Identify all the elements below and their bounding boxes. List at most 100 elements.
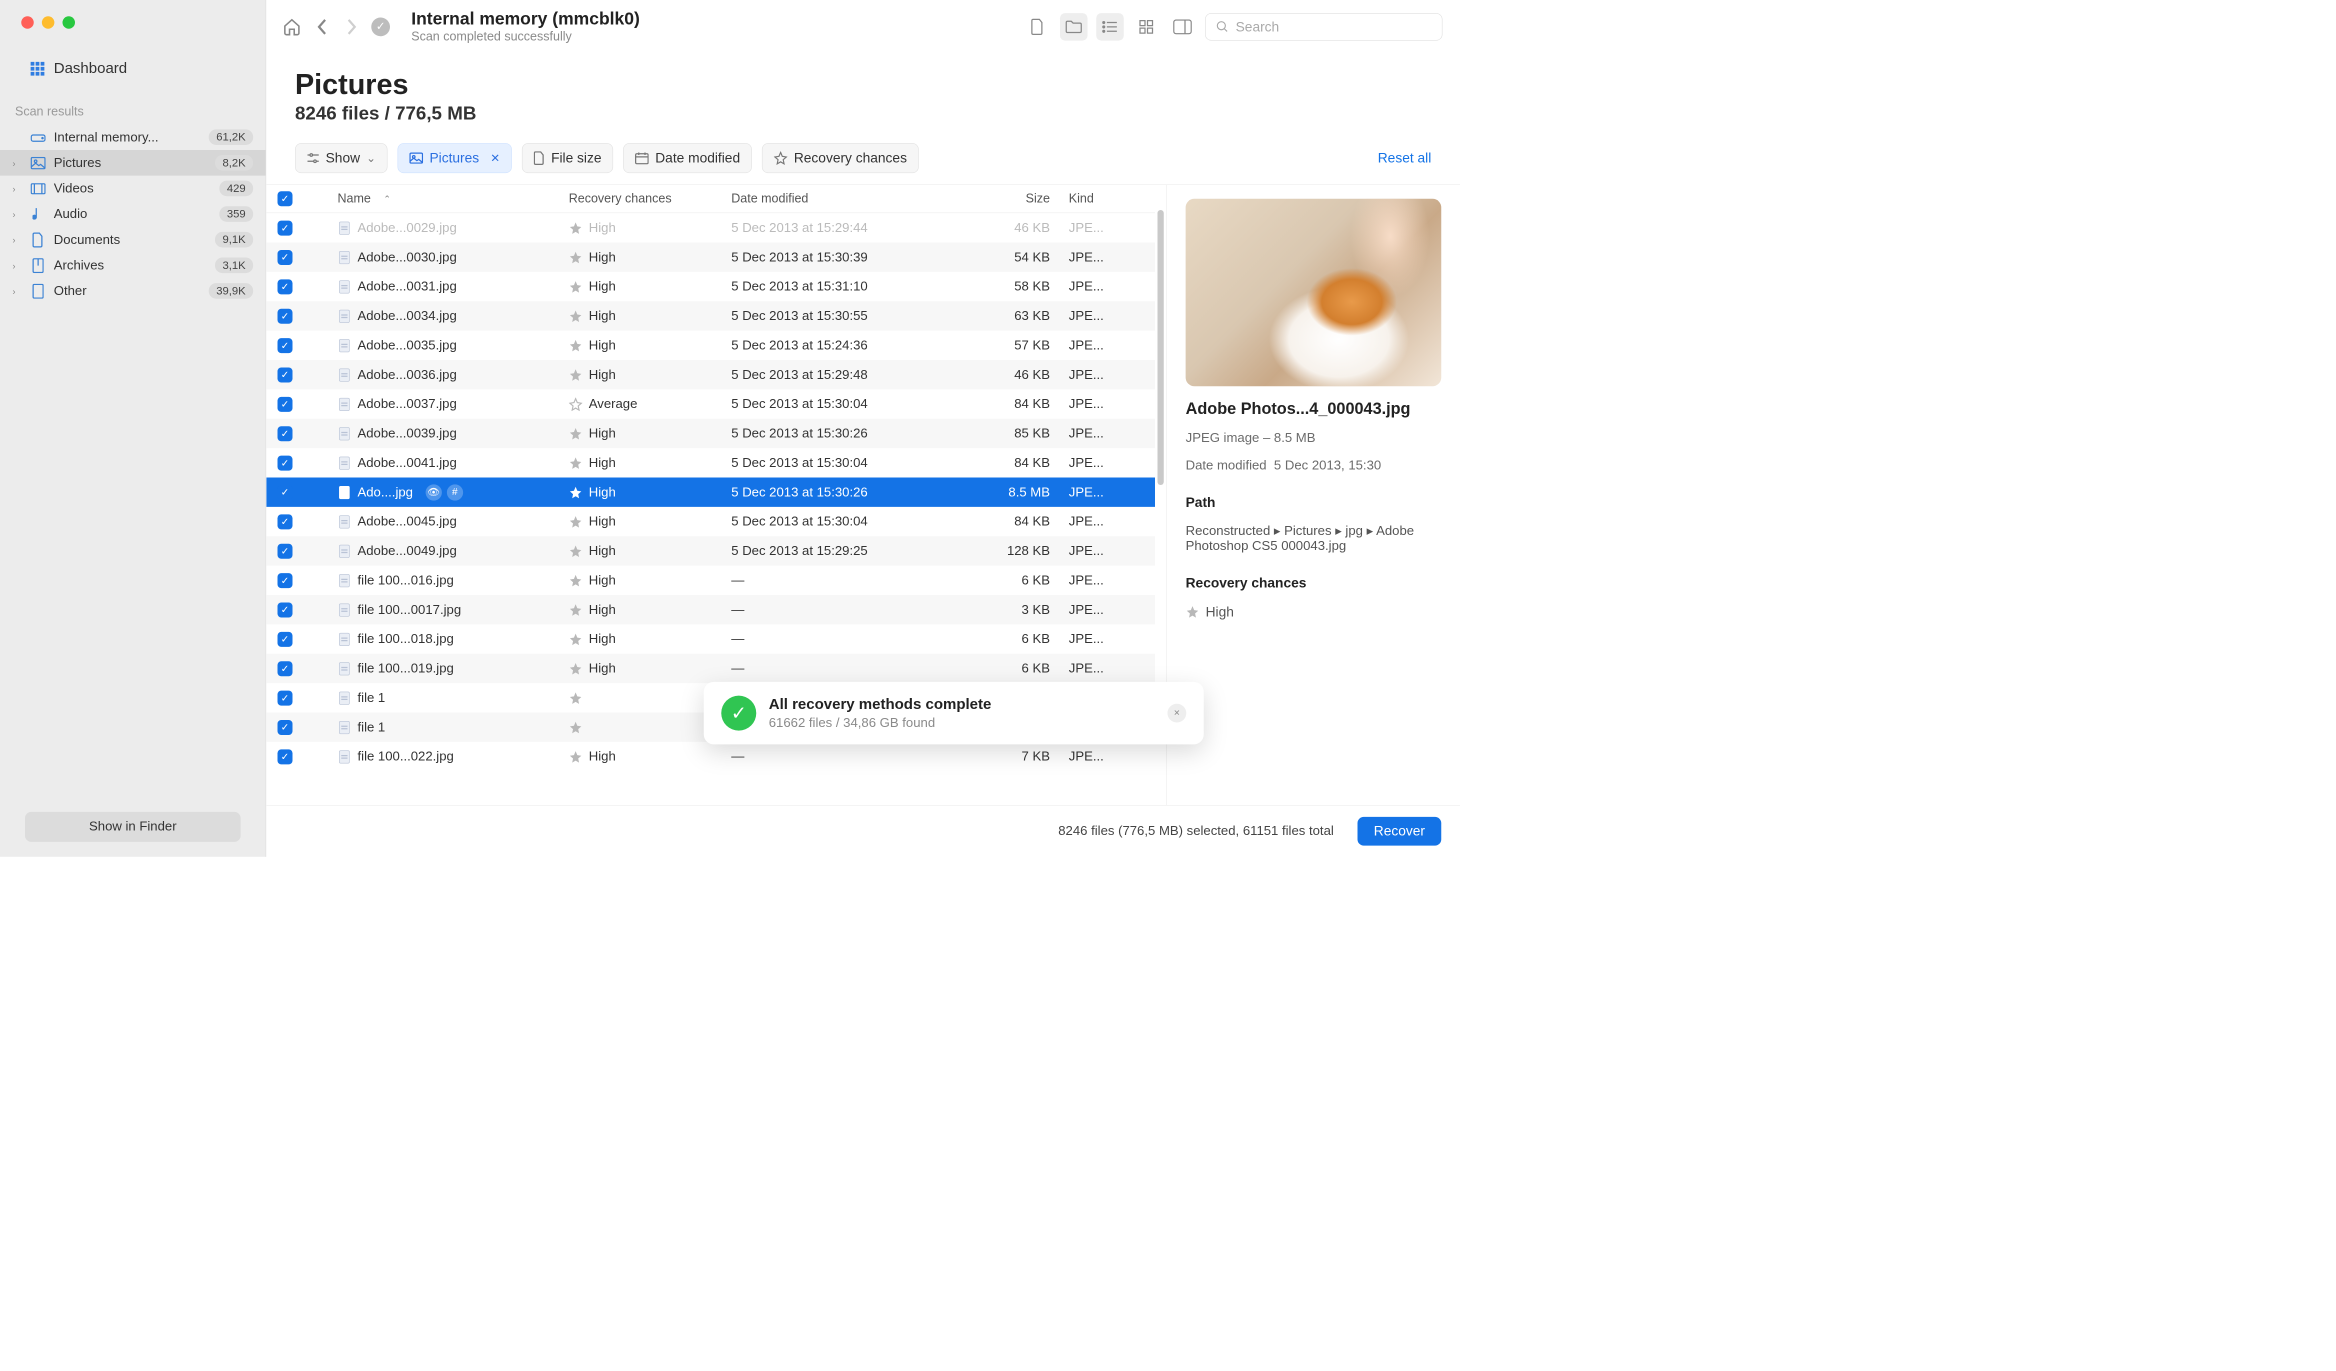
table-row[interactable]: ✓file 100...016.jpgHigh—6 KBJPE... <box>266 566 1155 595</box>
row-checkbox[interactable]: ✓ <box>278 397 293 412</box>
clear-filter-icon[interactable]: ✕ <box>490 152 499 165</box>
table-row[interactable]: ✓Ado....jpg👁#High5 Dec 2013 at 15:30:268… <box>266 478 1155 507</box>
sidebar: Dashboard Scan results Internal memory..… <box>0 0 266 857</box>
table-row[interactable]: ✓Adobe...0049.jpgHigh5 Dec 2013 at 15:29… <box>266 536 1155 565</box>
filter-recovery-pill[interactable]: Recovery chances <box>762 143 919 173</box>
row-checkbox[interactable]: ✓ <box>278 485 293 500</box>
minimize-window-button[interactable] <box>42 16 55 29</box>
table-row[interactable]: ✓Adobe...0039.jpgHigh5 Dec 2013 at 15:30… <box>266 419 1155 448</box>
row-checkbox[interactable]: ✓ <box>278 632 293 647</box>
row-checkbox[interactable]: ✓ <box>278 602 293 617</box>
footer-summary: 8246 files (776,5 MB) selected, 61151 fi… <box>1058 824 1334 839</box>
forward-button[interactable] <box>343 18 361 36</box>
file-name: file 1 <box>358 720 386 735</box>
search-input[interactable]: Search <box>1205 13 1443 41</box>
date-value: 5 Dec 2013 at 15:30:04 <box>725 397 950 412</box>
column-kind[interactable]: Kind <box>1056 192 1131 206</box>
column-name[interactable]: Name⌃ <box>331 192 562 206</box>
star-icon <box>774 151 788 165</box>
row-checkbox[interactable]: ✓ <box>278 426 293 441</box>
table-row[interactable]: ✓file 100...0017.jpgHigh—3 KBJPE... <box>266 595 1155 624</box>
kind-value: JPE... <box>1056 661 1131 676</box>
kind-value: JPE... <box>1056 250 1131 265</box>
row-checkbox[interactable]: ✓ <box>278 250 293 265</box>
row-checkbox[interactable]: ✓ <box>278 367 293 382</box>
date-value: 5 Dec 2013 at 15:30:26 <box>725 426 950 441</box>
filter-date-pill[interactable]: Date modified <box>623 143 752 173</box>
sidebar-item-pictures[interactable]: ›Pictures8,2K <box>0 150 266 176</box>
row-checkbox[interactable]: ✓ <box>278 338 293 353</box>
sidebar-item-audio[interactable]: ›Audio359 <box>0 201 266 227</box>
column-date[interactable]: Date modified <box>725 192 950 206</box>
detail-date-label: Date modified <box>1186 458 1267 472</box>
toggle-side-panel-icon[interactable] <box>1169 13 1197 41</box>
table-row[interactable]: ✓Adobe...0035.jpgHigh5 Dec 2013 at 15:24… <box>266 331 1155 360</box>
fullscreen-window-button[interactable] <box>63 16 76 29</box>
file-name: Adobe...0045.jpg <box>358 514 457 529</box>
home-button[interactable] <box>281 16 302 37</box>
table-row[interactable]: ✓file 100...018.jpgHigh—6 KBJPE... <box>266 624 1155 653</box>
row-checkbox[interactable]: ✓ <box>278 690 293 705</box>
eye-icon[interactable]: 👁 <box>425 484 441 500</box>
column-recovery[interactable]: Recovery chances <box>563 192 726 206</box>
kind-value: JPE... <box>1056 397 1131 412</box>
column-size[interactable]: Size <box>950 192 1056 206</box>
table-row[interactable]: ✓file 100...022.jpgHigh—7 KBJPE... <box>266 742 1155 771</box>
row-checkbox[interactable]: ✓ <box>278 279 293 294</box>
grid-icon <box>30 61 45 76</box>
row-checkbox[interactable]: ✓ <box>278 543 293 558</box>
table-row[interactable]: ✓file 100...019.jpgHigh—6 KBJPE... <box>266 654 1155 683</box>
grid-view-icon[interactable] <box>1133 13 1161 41</box>
recover-button[interactable]: Recover <box>1358 817 1442 846</box>
sidebar-item-archives[interactable]: ›Archives3,1K <box>0 253 266 279</box>
table-row[interactable]: ✓Adobe...0030.jpgHigh5 Dec 2013 at 15:30… <box>266 243 1155 272</box>
sidebar-item-documents[interactable]: ›Documents9,1K <box>0 227 266 253</box>
folder-icon[interactable] <box>1060 13 1088 41</box>
show-menu[interactable]: Show ⌄ <box>295 143 388 173</box>
recovery-value: High <box>589 220 616 235</box>
detail-path-value: Reconstructed ▸ Pictures ▸ jpg ▸ Adobe P… <box>1186 523 1442 554</box>
date-value: 5 Dec 2013 at 15:30:55 <box>725 308 950 323</box>
content-area: ✓ Internal memory (mmcblk0) Scan complet… <box>266 0 1460 857</box>
recovery-value: High <box>589 279 616 294</box>
table-row[interactable]: ✓Adobe...0036.jpgHigh5 Dec 2013 at 15:29… <box>266 360 1155 389</box>
row-checkbox[interactable]: ✓ <box>278 573 293 588</box>
filter-filesize-pill[interactable]: File size <box>522 143 614 173</box>
toast-subtitle: 61662 files / 34,86 GB found <box>769 716 992 731</box>
file-name: Adobe...0035.jpg <box>358 338 457 353</box>
table-row[interactable]: ✓Adobe...0045.jpgHigh5 Dec 2013 at 15:30… <box>266 507 1155 536</box>
sidebar-item-videos[interactable]: ›Videos429 <box>0 176 266 202</box>
star-icon <box>569 427 583 441</box>
row-checkbox[interactable]: ✓ <box>278 455 293 470</box>
row-checkbox[interactable]: ✓ <box>278 514 293 529</box>
table-row[interactable]: ✓Adobe...0037.jpgAverage5 Dec 2013 at 15… <box>266 389 1155 418</box>
row-checkbox[interactable]: ✓ <box>278 749 293 764</box>
row-checkbox[interactable]: ✓ <box>278 661 293 676</box>
table-row[interactable]: ✓Adobe...0034.jpgHigh5 Dec 2013 at 15:30… <box>266 301 1155 330</box>
row-checkbox[interactable]: ✓ <box>278 720 293 735</box>
chevron-down-icon: ⌄ <box>366 152 375 165</box>
new-file-icon[interactable] <box>1024 13 1052 41</box>
star-icon <box>569 368 583 382</box>
sidebar-item-internal-memory-[interactable]: Internal memory...61,2K <box>0 124 266 150</box>
show-in-finder-button[interactable]: Show in Finder <box>25 812 241 842</box>
kind-value: JPE... <box>1056 749 1131 764</box>
table-row[interactable]: ✓Adobe...0031.jpgHigh5 Dec 2013 at 15:31… <box>266 272 1155 301</box>
filter-pictures-pill[interactable]: Pictures ✕ <box>398 143 512 173</box>
close-window-button[interactable] <box>21 16 34 29</box>
hex-icon[interactable]: # <box>447 484 463 500</box>
row-checkbox[interactable]: ✓ <box>278 220 293 235</box>
size-value: 46 KB <box>950 220 1056 235</box>
sidebar-item-other[interactable]: ›Other39,9K <box>0 278 266 304</box>
back-button[interactable] <box>314 18 332 36</box>
dashboard-link[interactable]: Dashboard <box>0 29 266 90</box>
reset-all-button[interactable]: Reset all <box>1378 150 1431 166</box>
toast-close-button[interactable]: ✕ <box>1168 704 1187 723</box>
recovery-value: High <box>589 661 616 676</box>
table-row[interactable]: ✓Adobe...0029.jpgHigh5 Dec 2013 at 15:29… <box>266 213 1155 242</box>
sidebar-item-badge: 61,2K <box>209 129 253 145</box>
list-view-icon[interactable] <box>1096 13 1124 41</box>
select-all-checkbox[interactable]: ✓ <box>278 191 293 206</box>
table-row[interactable]: ✓Adobe...0041.jpgHigh5 Dec 2013 at 15:30… <box>266 448 1155 477</box>
row-checkbox[interactable]: ✓ <box>278 308 293 323</box>
